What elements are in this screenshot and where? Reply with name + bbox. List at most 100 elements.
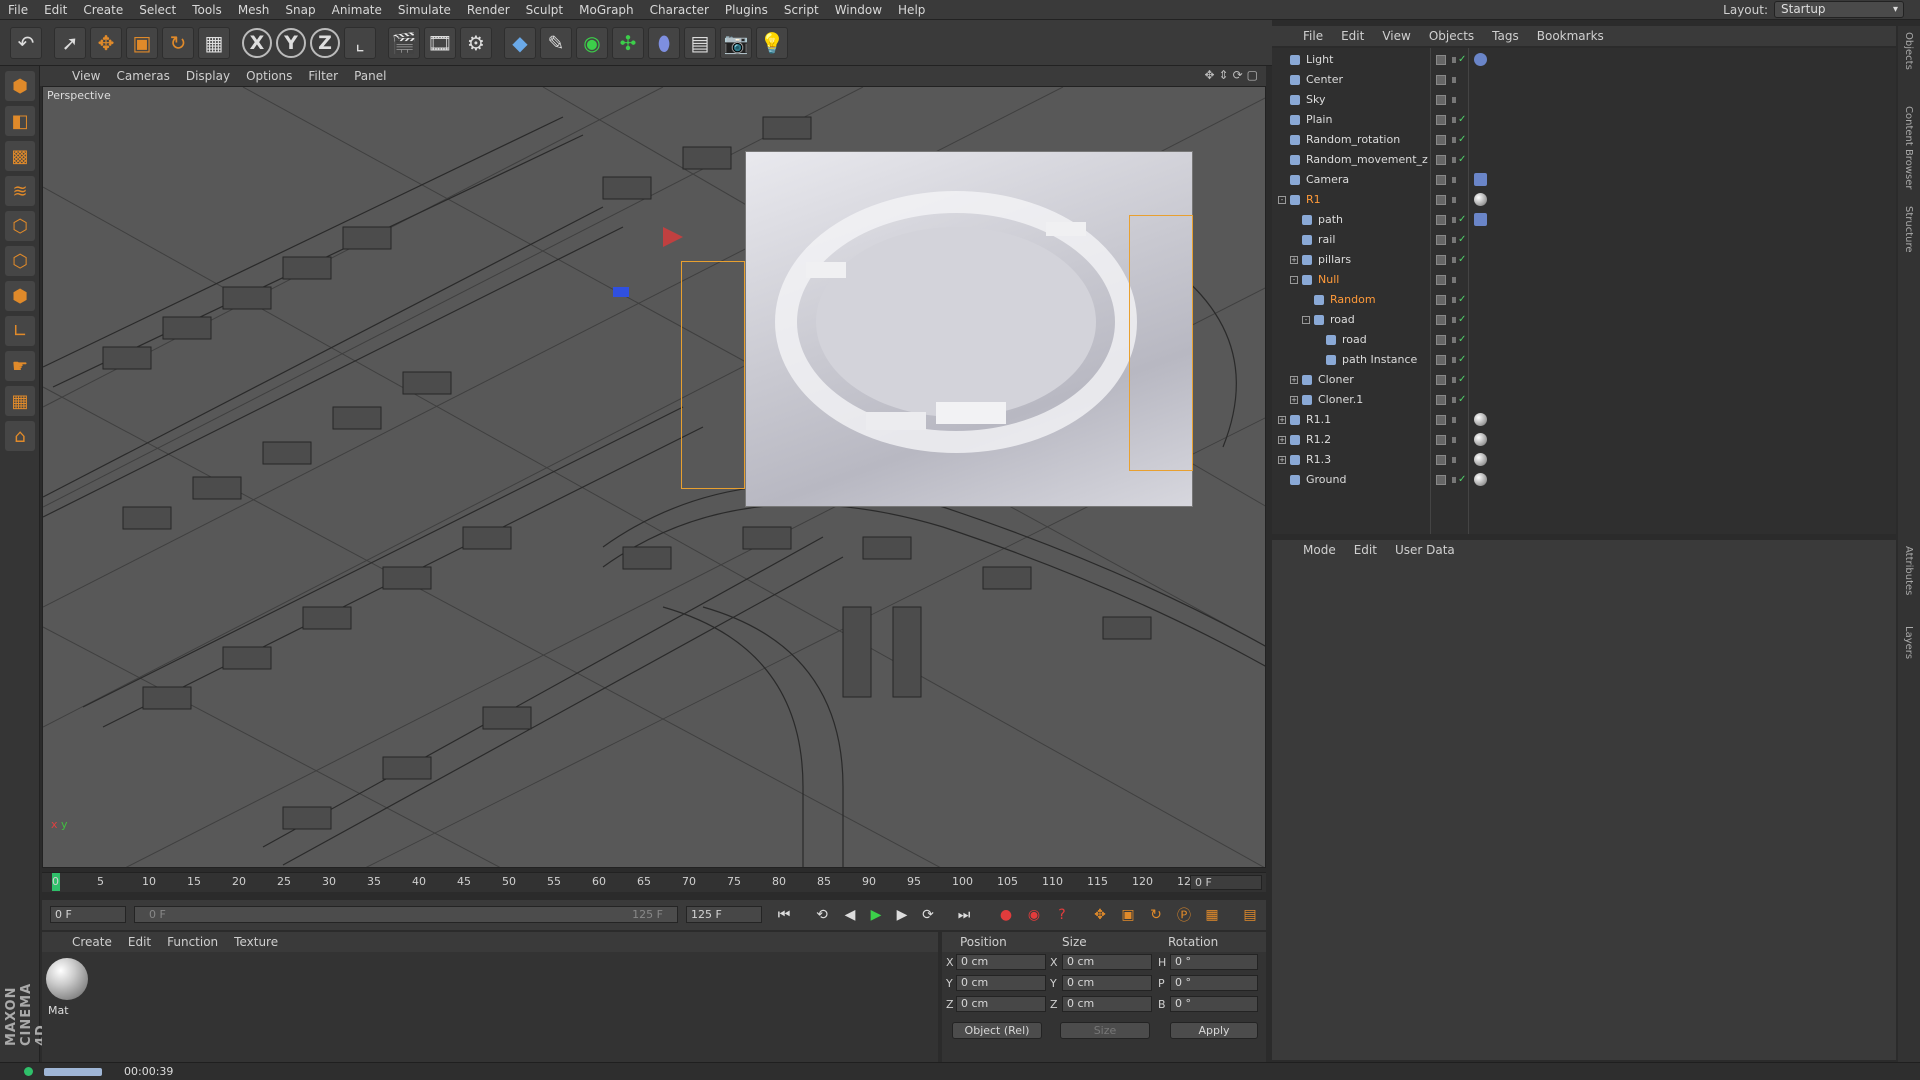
object-row[interactable]: Light ✓: [1272, 50, 1896, 70]
snap-icon[interactable]: ▦: [5, 386, 35, 416]
render-picture-viewer-icon[interactable]: 🎞: [424, 26, 456, 59]
start-frame-field[interactable]: 0 F: [50, 906, 126, 923]
render-visibility-dots-icon[interactable]: [1452, 57, 1456, 63]
attribute-menu-user-data[interactable]: User Data: [1386, 543, 1464, 557]
go-to-end-icon[interactable]: ⏭: [952, 905, 976, 925]
expand-toggle-icon[interactable]: +: [1290, 376, 1298, 384]
size-x-field[interactable]: 0 cm: [1062, 954, 1152, 970]
visibility-toggle-icon[interactable]: [1436, 115, 1446, 125]
object-menu-tags[interactable]: Tags: [1483, 29, 1528, 43]
rotation-b-field[interactable]: 0 °: [1170, 996, 1258, 1012]
size-y-field[interactable]: 0 cm: [1062, 975, 1152, 991]
object-row[interactable]: Random ✓: [1272, 290, 1896, 310]
workplane-icon[interactable]: ≋: [5, 176, 35, 206]
viewport-menu-filter[interactable]: Filter: [300, 69, 346, 83]
enabled-check-icon[interactable]: ✓: [1458, 370, 1466, 390]
material-menu-function[interactable]: Function: [159, 935, 226, 949]
material-tag-icon[interactable]: [1474, 433, 1487, 446]
menu-script[interactable]: Script: [776, 0, 827, 20]
object-row[interactable]: + Cloner ✓: [1272, 370, 1896, 390]
object-row[interactable]: Camera: [1272, 170, 1896, 190]
polygons-mode-icon[interactable]: ⬢: [5, 281, 35, 311]
interactive-render-region[interactable]: [745, 151, 1193, 507]
render-region-icon[interactable]: ▦: [198, 26, 230, 59]
keyframe-selection-icon[interactable]: ?: [1050, 905, 1074, 925]
axis-z-button[interactable]: Z: [310, 27, 340, 58]
axis-x-button[interactable]: X: [242, 27, 272, 58]
spline-tag-icon[interactable]: [1474, 213, 1487, 226]
material-tag-icon[interactable]: [1474, 413, 1487, 426]
visibility-toggle-icon[interactable]: [1436, 235, 1446, 245]
visibility-toggle-icon[interactable]: [1436, 475, 1446, 485]
visibility-toggle-icon[interactable]: [1436, 135, 1446, 145]
object-row[interactable]: rail ✓: [1272, 230, 1896, 250]
enabled-check-icon[interactable]: ✓: [1458, 290, 1466, 310]
camera-tag-icon[interactable]: [1474, 173, 1487, 186]
material-menu-edit[interactable]: Edit: [120, 935, 159, 949]
render-visibility-dots-icon[interactable]: [1452, 177, 1456, 183]
side-tab-objects[interactable]: Objects: [1903, 32, 1914, 70]
expand-toggle-icon[interactable]: +: [1290, 396, 1298, 404]
make-editable-icon[interactable]: ⬢: [5, 71, 35, 101]
object-row[interactable]: + Cloner.1 ✓: [1272, 390, 1896, 410]
attribute-menu-edit[interactable]: Edit: [1345, 543, 1386, 557]
enabled-check-icon[interactable]: ✓: [1458, 250, 1466, 270]
enabled-check-icon[interactable]: ✓: [1458, 350, 1466, 370]
visibility-toggle-icon[interactable]: [1436, 255, 1446, 265]
points-mode-icon[interactable]: ⬡: [5, 211, 35, 241]
menu-mograph[interactable]: MoGraph: [571, 0, 642, 20]
scale-icon[interactable]: ▣: [126, 26, 158, 59]
expand-toggle-icon[interactable]: +: [1278, 416, 1286, 424]
material-tag-icon[interactable]: [1474, 193, 1487, 206]
visibility-toggle-icon[interactable]: [1436, 195, 1446, 205]
edit-render-settings-icon[interactable]: ⚙: [460, 26, 492, 59]
menu-snap[interactable]: Snap: [277, 0, 323, 20]
enabled-check-icon[interactable]: ✓: [1458, 210, 1466, 230]
end-frame-field[interactable]: 125 F: [686, 906, 762, 923]
enabled-check-icon[interactable]: ✓: [1458, 130, 1466, 150]
render-view-icon[interactable]: 🎬: [388, 26, 420, 59]
render-visibility-dots-icon[interactable]: [1452, 417, 1456, 423]
key-parameter-icon[interactable]: Ⓟ: [1172, 905, 1196, 925]
menu-plugins[interactable]: Plugins: [717, 0, 776, 20]
next-frame-icon[interactable]: ▶: [890, 905, 914, 925]
attribute-menu-mode[interactable]: Mode: [1294, 543, 1345, 557]
current-frame-field[interactable]: 0 F: [1190, 875, 1262, 890]
object-row[interactable]: road ✓: [1272, 330, 1896, 350]
material-menu-texture[interactable]: Texture: [226, 935, 286, 949]
rotate-icon[interactable]: ↻: [162, 26, 194, 59]
visibility-toggle-icon[interactable]: [1436, 175, 1446, 185]
enabled-check-icon[interactable]: ✓: [1458, 230, 1466, 250]
pen-spline-icon[interactable]: ✎: [540, 26, 572, 59]
object-row[interactable]: + pillars ✓: [1272, 250, 1896, 270]
key-scale-icon[interactable]: ▣: [1116, 905, 1140, 925]
position-y-field[interactable]: 0 cm: [956, 975, 1046, 991]
render-visibility-dots-icon[interactable]: [1452, 97, 1456, 103]
rotation-p-field[interactable]: 0 °: [1170, 975, 1258, 991]
size-mode-select[interactable]: Size: [1060, 1022, 1150, 1039]
axis-mode-icon[interactable]: ∟: [5, 316, 35, 346]
render-visibility-dots-icon[interactable]: [1452, 357, 1456, 363]
layout-select[interactable]: Startup: [1774, 1, 1904, 18]
object-menu-objects[interactable]: Objects: [1420, 29, 1483, 43]
array-icon[interactable]: ✣: [612, 26, 644, 59]
visibility-toggle-icon[interactable]: [1436, 435, 1446, 445]
expand-toggle-icon[interactable]: -: [1278, 196, 1286, 204]
model-mode-icon[interactable]: ◧: [5, 106, 35, 136]
expand-toggle-icon[interactable]: -: [1302, 316, 1310, 324]
object-row[interactable]: + R1.2: [1272, 430, 1896, 450]
visibility-toggle-icon[interactable]: [1436, 415, 1446, 425]
camera-icon[interactable]: 📷: [720, 26, 752, 59]
visibility-toggle-icon[interactable]: [1436, 275, 1446, 285]
next-key-icon[interactable]: ⟳: [916, 905, 940, 925]
viewport-menu-view[interactable]: View: [64, 69, 108, 83]
render-visibility-dots-icon[interactable]: [1452, 437, 1456, 443]
object-row[interactable]: - R1: [1272, 190, 1896, 210]
object-row[interactable]: Random_movement_z ✓: [1272, 150, 1896, 170]
menu-sculpt[interactable]: Sculpt: [518, 0, 571, 20]
viewport-perspective[interactable]: Perspective x y: [42, 86, 1266, 868]
expand-toggle-icon[interactable]: +: [1278, 456, 1286, 464]
object-row[interactable]: - road ✓: [1272, 310, 1896, 330]
previous-frame-icon[interactable]: ◀: [838, 905, 862, 925]
render-visibility-dots-icon[interactable]: [1452, 317, 1456, 323]
